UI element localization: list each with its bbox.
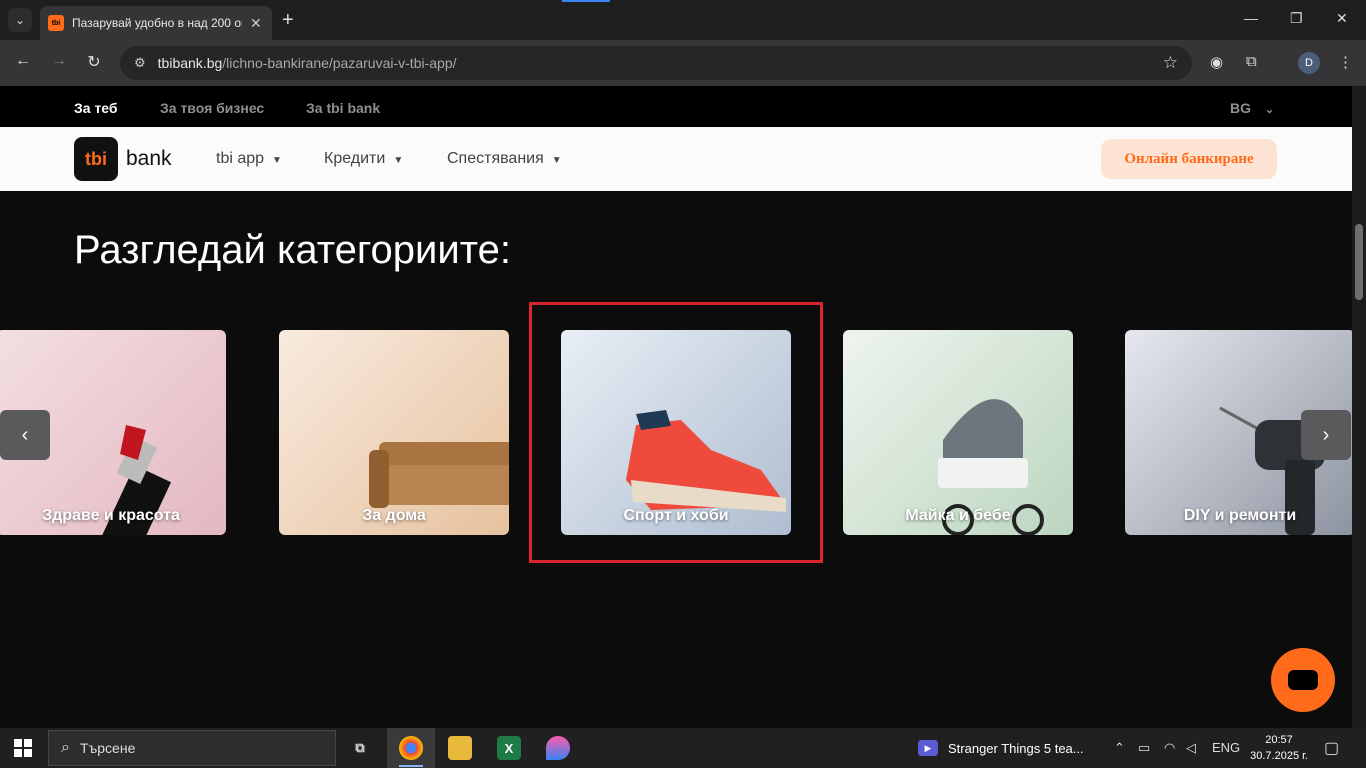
category-label: DIY и ремонти [1183, 507, 1297, 524]
menu-savings-label: Спестявания [447, 150, 544, 167]
excel-icon[interactable]: X [497, 736, 521, 760]
page-scrollbar[interactable] [1352, 86, 1366, 728]
language-selector[interactable]: BG ⌄ [1230, 100, 1274, 116]
tab-title: Пазарувай удобно в над 200 онлайн магази… [72, 16, 242, 30]
url-text: tbibank.bg/lichno-bankirane/pazaruvai-v-… [158, 55, 457, 71]
tab-search-button[interactable]: ⌄ [8, 8, 32, 32]
system-clock[interactable]: 20:57 30.7.2025 г. [1248, 732, 1310, 764]
file-explorer-icon[interactable] [448, 736, 472, 760]
tabstrip-accent [562, 0, 610, 2]
chrome-running-indicator [399, 765, 423, 767]
windows-taskbar: ⌕ Търсене ⧉ X ▶ Stranger Things 5 tea...… [0, 728, 1366, 768]
chevron-down-icon: ⌄ [1264, 104, 1275, 116]
site-settings-icon[interactable]: ⚙ [134, 55, 146, 71]
url-path: /lichno-bankirane/pazaruvai-v-tbi-app/ [222, 55, 457, 71]
clock-date: 30.7.2025 г. [1250, 750, 1308, 762]
input-language[interactable]: ENG [1212, 740, 1240, 755]
address-bar[interactable]: ⚙ tbibank.bg/lichno-bankirane/pazaruvai-… [120, 46, 1192, 80]
url-host: tbibank.bg [157, 55, 223, 71]
windows-start-icon[interactable] [14, 739, 32, 757]
close-tab-icon[interactable]: ✕ [250, 15, 262, 32]
tbi-favicon-icon: tbi [48, 15, 64, 31]
notification-icon[interactable]: ▢ [1324, 738, 1339, 758]
chat-bubble-icon [1288, 670, 1318, 690]
main-navigation: tbi bank tbi app ▼ Кредити ▼ Спестявания ▼ … [0, 127, 1352, 191]
minimize-button[interactable]: — [1244, 10, 1258, 26]
topbar-business[interactable]: За твоя бизнес [160, 100, 264, 116]
task-view-icon[interactable]: ⧉ [348, 736, 372, 760]
clock-time: 20:57 [1265, 734, 1293, 746]
carousel-next-button[interactable]: › [1301, 410, 1351, 460]
menu-tbi-app[interactable]: tbi app ▼ [216, 150, 282, 168]
play-icon: ▶ [918, 740, 938, 756]
extensions-icon[interactable]: ⧉ [1246, 53, 1257, 70]
maximize-button[interactable]: ❐ [1290, 10, 1303, 27]
scrollbar-thumb[interactable] [1355, 224, 1363, 300]
category-card-baby[interactable]: Майка и бебе [843, 330, 1073, 535]
logo-wordmark[interactable]: bank [126, 147, 172, 171]
browser-tab[interactable]: tbi Пазарувай удобно в над 200 онлайн ма… [40, 6, 272, 40]
menu-credits[interactable]: Кредити ▼ [324, 150, 403, 168]
carousel-prev-button[interactable]: ‹ [0, 410, 50, 460]
category-label: За дома [362, 507, 426, 524]
back-button[interactable]: ← [12, 52, 34, 70]
forward-button[interactable]: → [48, 52, 70, 70]
chevron-down-icon: ▼ [393, 155, 404, 166]
wifi-icon[interactable]: ◠ [1164, 740, 1175, 756]
category-label: Здраве и красота [42, 507, 180, 524]
news-headline: Stranger Things 5 tea... [948, 740, 1084, 756]
browser-menu-icon[interactable]: ⋮ [1338, 53, 1353, 71]
browser-tabstrip: ⌄ tbi Пазарувай удобно в над 200 онлайн … [0, 0, 1366, 40]
category-label: Майка и бебе [905, 507, 1011, 524]
search-icon: ⌕ [61, 739, 70, 756]
close-window-button[interactable]: ✕ [1336, 10, 1348, 27]
segment-topbar: За теб За твоя бизнес За tbi bank BG ⌄ [0, 86, 1352, 127]
taskbar-search[interactable]: ⌕ Търсене [48, 730, 336, 766]
reload-button[interactable]: ↻ [83, 52, 105, 72]
search-placeholder: Търсене [79, 740, 136, 756]
stroller-image [938, 399, 1044, 535]
news-widget[interactable]: ▶ Stranger Things 5 tea... [918, 740, 1084, 756]
browser-toolbar: ← → ↻ ⚙ tbibank.bg/lichno-bankirane/paza… [0, 40, 1366, 86]
tbi-logo-mark[interactable]: tbi [74, 137, 118, 181]
selection-highlight [529, 302, 823, 563]
page-title: Разгледай категориите: [74, 228, 511, 272]
profile-avatar[interactable]: D [1298, 52, 1320, 74]
new-tab-button[interactable]: + [282, 9, 294, 32]
chat-button[interactable] [1271, 648, 1335, 712]
chrome-icon[interactable] [399, 736, 423, 760]
menu-savings[interactable]: Спестявания ▼ [447, 150, 562, 168]
page-viewport: За теб За твоя бизнес За tbi bank BG ⌄ t… [0, 86, 1352, 728]
menu-credits-label: Кредити [324, 150, 386, 167]
chevron-down-icon: ▼ [551, 155, 562, 166]
battery-icon[interactable]: ▭ [1138, 740, 1150, 756]
camera-icon[interactable]: ◉ [1210, 53, 1223, 71]
menu-tbi-app-label: tbi app [216, 150, 265, 167]
volume-icon[interactable]: ◁ [1186, 740, 1196, 756]
topbar-personal[interactable]: За теб [74, 100, 118, 116]
online-banking-button[interactable]: Онлайн банкиране [1101, 139, 1277, 179]
category-card-home[interactable]: За дома [279, 330, 509, 535]
tray-expand-icon[interactable]: ⌃ [1114, 740, 1125, 756]
language-label: BG [1230, 100, 1251, 116]
copilot-icon[interactable] [546, 736, 570, 760]
bookmark-star-icon[interactable]: ☆ [1163, 53, 1178, 73]
sofa-image [369, 442, 509, 508]
chevron-down-icon: ▼ [272, 155, 282, 166]
topbar-about[interactable]: За tbi bank [306, 100, 380, 116]
